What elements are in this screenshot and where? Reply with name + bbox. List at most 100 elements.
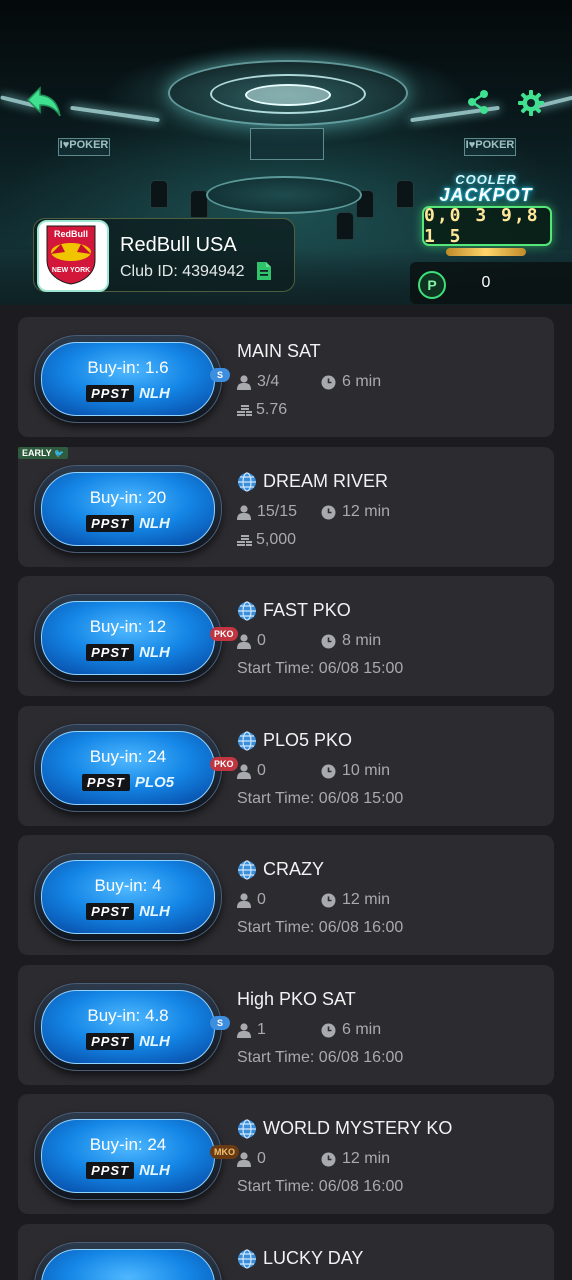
clock-icon [321,764,336,778]
points-icon: P [418,271,446,299]
globe-icon [238,600,256,621]
players-count: 0 [237,1150,321,1168]
tournament-card[interactable]: LUCKY DAY [18,1224,554,1280]
tournament-card[interactable]: Buy-in: 4.8 PPST NLH S High PKO SAT 1 6 min Sta… [18,965,554,1085]
clock-icon [321,375,336,389]
share-button[interactable] [464,88,492,116]
tournament-card[interactable]: Buy-in: 24 PPST NLH MKO WORLD MYSTERY KO 0 12 … [18,1094,554,1214]
buyin-badge[interactable]: Buy-in: 12 PPST NLH PKO [34,594,238,682]
start-time: Start Time: 06/08 15:00 [237,660,404,677]
jackpot-title: JACKPOT [439,185,533,205]
start-time: Start Time: 06/08 16:00 [237,919,404,936]
buyin-badge[interactable]: Buy-in: 4.8 PPST NLH S [34,983,230,1071]
badge-face: Buy-in: 1.6 PPST NLH [41,342,215,416]
game-line: PPST NLH [42,515,214,532]
players-count: 0 [237,762,321,780]
buyin-badge[interactable]: Buy-in: 24 PPST PLO5 PKO [34,724,238,812]
players-count: 0 [237,632,321,650]
tournament-stats: 0 12 min [237,891,390,909]
jackpot-base [446,248,526,256]
tournament-stats: 15/15 12 min [237,503,390,521]
chair [336,212,354,240]
tournament-card[interactable]: Buy-in: 4 PPST NLH CRAZY 0 12 min Start Time: … [18,835,554,955]
globe-icon [238,730,256,751]
brand-tag: PPST [86,1162,135,1179]
copy-id-button[interactable] [256,261,272,281]
tournament-name: DREAM RIVER [263,471,389,491]
level-time: 12 min [321,503,390,521]
jackpot-value: 0,0 3 9,8 1 5 [424,205,540,247]
brand-tag: PPST [86,385,135,402]
buyin-label: Buy-in: 12 [89,617,167,636]
buyin-badge[interactable] [34,1242,222,1280]
buyin-badge[interactable]: Buy-in: 1.6 PPST NLH S [34,335,230,423]
tournament-list[interactable]: Buy-in: 1.6 PPST NLH S MAIN SAT 3/4 6 min 5.76 B… [0,305,572,1280]
clock-icon [321,1023,336,1037]
tournament-title: FAST PKO [237,600,351,621]
badge-face: Buy-in: 4.8 PPST NLH [41,990,215,1064]
tournament-stats: 3/4 6 min [237,373,381,391]
badge-face: Buy-in: 12 PPST NLH [41,601,215,675]
tournament-type-tag: S [210,368,230,382]
buyin-label: Buy-in: 1.6 [87,358,169,377]
start-time: Start Time: 06/08 16:00 [237,1049,404,1066]
settings-button[interactable] [516,88,546,118]
logo-text: RedBull [54,229,88,239]
game-line: PPST NLH [42,1162,214,1179]
tournament-card[interactable]: Buy-in: 1.6 PPST NLH S MAIN SAT 3/4 6 min 5.76 [18,317,554,437]
wall-sign: I♥POKER [58,138,110,156]
game-type: PLO5 [134,774,175,791]
prize-pool: 5.76 [237,401,287,419]
player-icon [237,633,251,649]
player-icon [237,763,251,779]
buyin-badge[interactable]: Buy-in: 4 PPST NLH [34,853,222,941]
club-logo: RedBull NEW YORK [37,220,109,292]
level-time: 8 min [321,632,381,650]
player-icon [237,1022,251,1038]
game-line: PPST NLH [42,903,214,920]
logo-text: NEW YORK [52,267,90,274]
tournament-stats: 0 10 min [237,762,390,780]
jackpot-counter: 0,0 3 9,8 1 5 [422,205,552,247]
game-type: NLH [139,385,170,402]
club-info-card: RedBull NEW YORK RedBull USA Club ID: 43… [33,218,295,292]
early-bird-tag: EARLY 🐦 [18,447,68,459]
ceiling-light-ring [245,84,331,106]
buyin-label: Buy-in: 4.8 [87,1006,169,1025]
tournament-type-tag: PKO [210,757,238,771]
points-bar[interactable]: P 0 [410,262,572,304]
share-icon [468,90,488,114]
tournament-title: PLO5 PKO [237,730,352,751]
back-button[interactable] [24,84,64,120]
tournament-card[interactable]: Buy-in: 12 PPST NLH PKO FAST PKO 0 8 min Start … [18,576,554,696]
tournament-type-tag: S [210,1016,230,1030]
brand-tag: PPST [81,774,130,791]
wall-sign: I♥POKER [464,138,516,156]
game-type: NLH [139,1162,170,1179]
tournament-stats: 16 min [237,1021,381,1039]
tournament-type-tag: PKO [210,627,238,641]
clock-icon [321,505,336,519]
tournament-title: CRAZY [237,859,324,880]
globe-icon [238,1248,256,1269]
globe-icon [238,859,256,880]
tournament-name: CRAZY [263,859,325,879]
players-count: 0 [237,891,321,909]
tournament-card[interactable]: Buy-in: 24 PPST PLO5 PKO PLO5 PKO 0 10 min Star… [18,706,554,826]
game-type: NLH [139,1033,170,1050]
buyin-label: Buy-in: 20 [89,488,167,507]
tournament-title: WORLD MYSTERY KO [237,1118,452,1139]
buyin-badge[interactable]: Buy-in: 24 PPST NLH MKO [34,1112,239,1200]
globe-icon [238,471,256,492]
buyin-badge[interactable]: Buy-in: 20 PPST NLH [34,465,222,553]
start-time: Start Time: 06/08 15:00 [237,790,404,807]
tournament-name: MAIN SAT [237,341,321,361]
level-time: 6 min [321,373,381,391]
brand-tag: PPST [86,1033,135,1050]
players-count: 15/15 [237,503,321,521]
ceiling-light-strip [70,105,160,123]
jackpot-widget[interactable]: COOLER JACKPOT 0,0 3 9,8 1 5 [420,172,552,264]
coins-icon [237,404,252,416]
tournament-card[interactable]: Buy-in: 20 PPST NLH DREAM RIVER 15/15 12 min 5… [18,447,554,567]
badge-face: Buy-in: 20 PPST NLH [41,472,215,546]
